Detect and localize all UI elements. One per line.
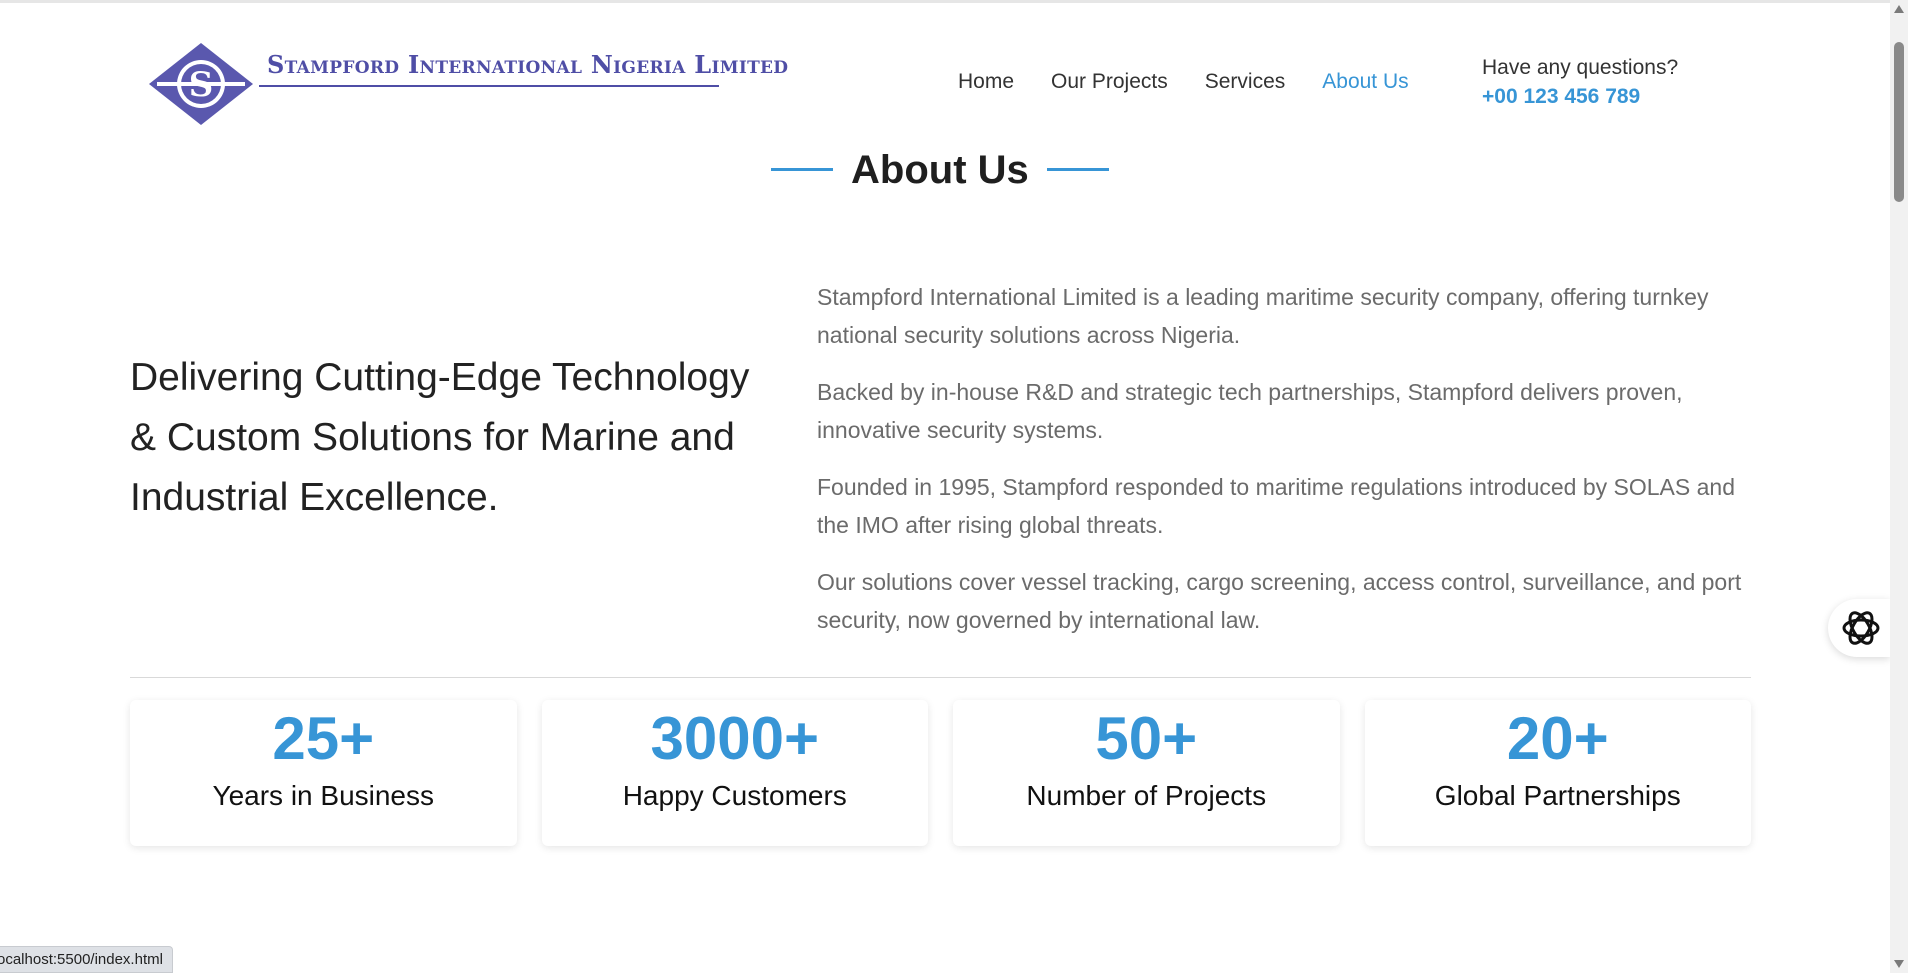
section-heading: About Us (771, 148, 1109, 192)
status-bar-url: ocalhost:5500/index.html (0, 946, 173, 973)
about-description: Stampford International Limited is a lea… (817, 278, 1757, 658)
stat-card-projects: 50+ Number of Projects (953, 700, 1340, 846)
contact-phone-link[interactable]: +00 123 456 789 (1482, 85, 1678, 109)
svg-text:S: S (189, 65, 214, 105)
nav-item-our-projects[interactable]: Our Projects (1051, 70, 1168, 94)
scroll-down-arrow-icon[interactable] (1894, 960, 1904, 968)
stat-label: Number of Projects (1026, 780, 1267, 811)
nav-item-home[interactable]: Home (958, 70, 1014, 94)
stat-label: Years in Business (212, 780, 435, 811)
site-header: S Stampford International Nigeria Limite… (0, 3, 1890, 143)
section-title: About Us (851, 148, 1029, 192)
contact-block: Have any questions? +00 123 456 789 (1482, 56, 1678, 109)
stat-card-customers: 3000+ Happy Customers (541, 700, 928, 846)
logo-emblem-icon: S (149, 43, 253, 125)
logo-underline (259, 85, 719, 87)
scroll-up-arrow-icon[interactable] (1894, 5, 1904, 13)
page-scrollbar[interactable] (1890, 0, 1908, 973)
stat-card-partnerships: 20+ Global Partnerships (1364, 700, 1751, 846)
nav-item-services[interactable]: Services (1205, 70, 1286, 94)
ai-assistant-icon (1842, 611, 1880, 645)
about-paragraph: Backed by in-house R&D and strategic tec… (817, 379, 1683, 443)
about-paragraph: Founded in 1995, Stampford responded to … (817, 474, 1736, 538)
stat-card-years: 25+ Years in Business (130, 700, 517, 846)
heading-line-right (1047, 168, 1109, 171)
main-nav: Home Our Projects Services About Us (958, 70, 1409, 94)
stat-label: Global Partnerships (1434, 780, 1681, 811)
stats-row: 25+ Years in Business 3000+ Happy Custom… (130, 700, 1751, 846)
section-divider (130, 677, 1751, 678)
contact-question: Have any questions? (1482, 56, 1679, 79)
brand-name: Stampford International Nigeria Limited (267, 50, 789, 79)
stat-value: 20+ (1506, 705, 1609, 772)
about-paragraph: Stampford International Limited is a lea… (817, 284, 1709, 348)
stat-label: Happy Customers (622, 780, 847, 811)
stat-value: 25+ (272, 705, 375, 772)
nav-item-about-us[interactable]: About Us (1322, 70, 1408, 94)
logo-link[interactable]: S Stampford International Nigeria Limite… (147, 41, 788, 127)
heading-line-left (771, 168, 833, 171)
stat-value: 3000+ (650, 705, 819, 772)
stat-value: 50+ (1095, 705, 1198, 772)
ai-assistant-button[interactable] (1828, 599, 1890, 657)
scroll-thumb[interactable] (1894, 42, 1904, 202)
about-paragraph: Our solutions cover vessel tracking, car… (817, 569, 1742, 633)
about-tagline: Delivering Cutting-Edge Technology & Cus… (130, 356, 750, 519)
